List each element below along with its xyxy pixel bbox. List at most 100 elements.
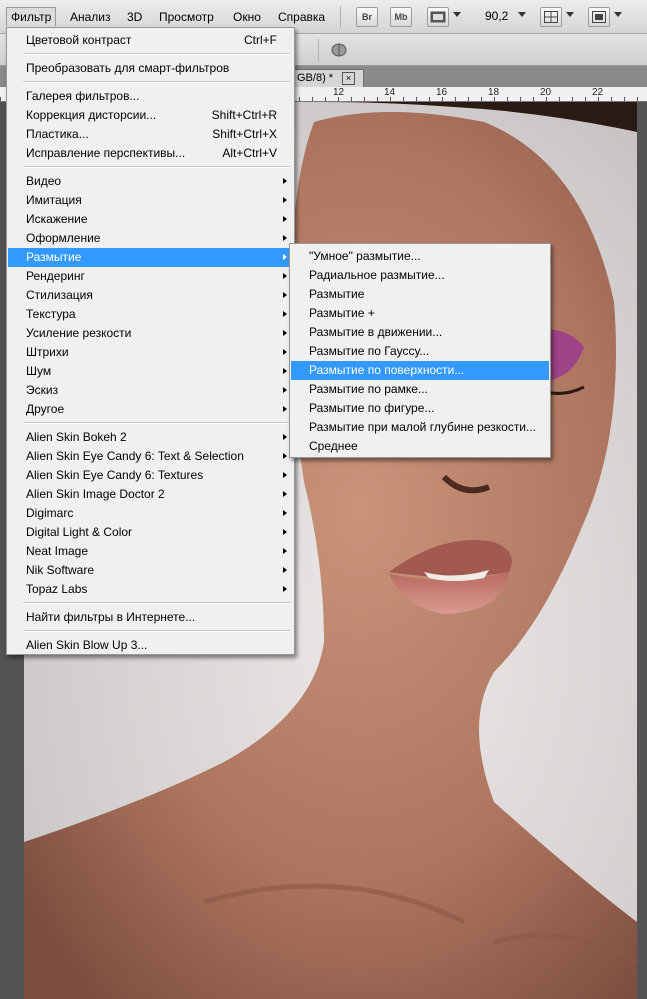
menu-item-video[interactable]: Видео <box>8 172 293 191</box>
menu-item-label: Alien Skin Image Doctor 2 <box>26 487 165 501</box>
chevron-right-icon <box>283 254 287 260</box>
menu-item-vanishing-point[interactable]: Исправление перспективы... Alt+Ctrl+V <box>8 144 293 163</box>
menu-item-digital-light-color[interactable]: Digital Light & Color <box>8 523 293 542</box>
menu-item-alien-skin-blow-up[interactable]: Alien Skin Blow Up 3... <box>8 636 293 655</box>
ruler-tick <box>351 97 352 101</box>
menu-item-label: Nik Software <box>26 563 95 577</box>
submenu-item-label: Размытие по рамке... <box>309 382 428 396</box>
menu-item-brush-strokes[interactable]: Штрихи <box>8 343 293 362</box>
submenu-item-shape-blur[interactable]: Размытие по фигуре... <box>291 399 549 418</box>
menu-help[interactable]: Справка <box>278 9 325 25</box>
zoom-level[interactable]: 90,2 <box>485 9 508 23</box>
menu-item-nik-software[interactable]: Nik Software <box>8 561 293 580</box>
layout-grid-icon <box>544 11 558 23</box>
ruler-tick <box>507 97 508 101</box>
chevron-right-icon <box>283 453 287 459</box>
submenu-item-lens-blur[interactable]: Размытие при малой глубине резкости... <box>291 418 549 437</box>
menu-item-other[interactable]: Другое <box>8 400 293 419</box>
menu-item-image-doctor[interactable]: Alien Skin Image Doctor 2 <box>8 485 293 504</box>
ruler-tick <box>364 97 365 101</box>
chevron-down-icon[interactable] <box>566 12 574 17</box>
submenu-item-average[interactable]: Среднее <box>291 437 549 456</box>
menu-item-eye-candy-textures[interactable]: Alien Skin Eye Candy 6: Textures <box>8 466 293 485</box>
close-icon[interactable]: × <box>342 72 355 85</box>
menu-item-blur[interactable]: Размытие <box>8 248 293 267</box>
menu-item-topaz-labs[interactable]: Topaz Labs <box>8 580 293 599</box>
menu-window[interactable]: Окно <box>233 9 261 25</box>
ruler-tick <box>299 97 300 101</box>
screen-mode-button[interactable] <box>588 7 610 27</box>
ruler-tick <box>624 97 625 101</box>
submenu-item-gaussian-blur[interactable]: Размытие по Гауссу... <box>291 342 549 361</box>
submenu-item-blur-more[interactable]: Размытие + <box>291 304 549 323</box>
mask-icon[interactable] <box>330 42 348 58</box>
ruler-tick <box>455 97 456 101</box>
menu-filter[interactable]: Фильтр <box>6 7 57 26</box>
chevron-right-icon <box>283 586 287 592</box>
menu-item-label: Усиление резкости <box>26 326 132 340</box>
menu-item-filter-gallery[interactable]: Галерея фильтров... <box>8 87 293 106</box>
submenu-item-blur[interactable]: Размытие <box>291 285 549 304</box>
menu-item-lens-correction[interactable]: Коррекция дисторсии... Shift+Ctrl+R <box>8 106 293 125</box>
menu-item-sketch[interactable]: Эскиз <box>8 381 293 400</box>
bridge-button[interactable]: Br <box>356 7 378 27</box>
menu-separator <box>23 602 290 604</box>
chevron-right-icon <box>283 311 287 317</box>
menu-item-browse-filters-online[interactable]: Найти фильтры в Интернете... <box>8 608 293 627</box>
menu-item-label: Оформление <box>26 231 101 245</box>
submenu-item-radial-blur[interactable]: Радиальное размытие... <box>291 266 549 285</box>
menu-item-label: Имитация <box>26 193 82 207</box>
filter-menu: Цветовой контраст Ctrl+F Преобразовать для… <box>6 27 295 655</box>
ruler-tick <box>481 97 482 101</box>
menu-item-shortcut: Shift+Ctrl+X <box>212 127 277 141</box>
menu-item-sharpen[interactable]: Усиление резкости <box>8 324 293 343</box>
menu-item-color-contrast[interactable]: Цветовой контраст Ctrl+F <box>8 31 293 50</box>
ruler-tick <box>468 97 469 101</box>
chevron-down-icon[interactable] <box>453 12 461 17</box>
ruler-tick <box>0 97 1 101</box>
menu-item-liquify[interactable]: Пластика... Shift+Ctrl+X <box>8 125 293 144</box>
menu-item-stylize[interactable]: Стилизация <box>8 286 293 305</box>
chevron-right-icon <box>283 216 287 222</box>
menu-item-label: Alien Skin Blow Up 3... <box>26 638 148 652</box>
menu-item-texture[interactable]: Текстура <box>8 305 293 324</box>
submenu-item-label: "Умное" размытие... <box>309 249 421 263</box>
menu-item-stylize-decor[interactable]: Оформление <box>8 229 293 248</box>
menu-3d[interactable]: 3D <box>127 9 142 25</box>
chevron-right-icon <box>283 178 287 184</box>
menu-analysis[interactable]: Анализ <box>70 9 111 25</box>
chevron-down-icon[interactable] <box>518 12 526 17</box>
menu-item-shortcut: Shift+Ctrl+R <box>211 108 277 122</box>
menu-item-neat-image[interactable]: Neat Image <box>8 542 293 561</box>
arrange-documents-button[interactable] <box>540 7 562 27</box>
menu-view[interactable]: Просмотр <box>159 9 214 25</box>
submenu-item-box-blur[interactable]: Размытие по рамке... <box>291 380 549 399</box>
submenu-item-smart-blur[interactable]: "Умное" размытие... <box>291 247 549 266</box>
view-extras-button[interactable] <box>427 7 449 27</box>
chevron-down-icon[interactable] <box>614 12 622 17</box>
menu-item-artistic[interactable]: Имитация <box>8 191 293 210</box>
mini-bridge-button[interactable]: Mb <box>390 7 412 27</box>
chevron-right-icon <box>283 368 287 374</box>
menu-item-render[interactable]: Рендеринг <box>8 267 293 286</box>
menu-item-noise[interactable]: Шум <box>8 362 293 381</box>
menu-item-distort[interactable]: Искажение <box>8 210 293 229</box>
menu-item-alien-skin-bokeh[interactable]: Alien Skin Bokeh 2 <box>8 428 293 447</box>
menu-item-label: Digital Light & Color <box>26 525 133 539</box>
document-tab[interactable]: GB/8) * × <box>294 69 364 87</box>
menu-item-label: Neat Image <box>26 544 89 558</box>
menu-item-label: Галерея фильтров... <box>26 89 140 103</box>
submenu-item-surface-blur[interactable]: Размытие по поверхности... <box>291 361 549 380</box>
menu-item-eye-candy-text[interactable]: Alien Skin Eye Candy 6: Text & Selection <box>8 447 293 466</box>
submenu-item-motion-blur[interactable]: Размытие в движении... <box>291 323 549 342</box>
menu-separator <box>23 422 290 424</box>
ruler-tick <box>572 97 573 101</box>
menu-item-label: Пластика... <box>26 127 89 141</box>
chevron-right-icon <box>283 292 287 298</box>
ruler-tick <box>611 97 612 101</box>
ruler-tick <box>338 97 339 101</box>
menu-item-digimarc[interactable]: Digimarc <box>8 504 293 523</box>
chevron-right-icon <box>283 472 287 478</box>
menu-item-convert-smart-filters[interactable]: Преобразовать для смарт-фильтров <box>8 59 293 78</box>
menu-item-label: Цветовой контраст <box>26 33 132 47</box>
